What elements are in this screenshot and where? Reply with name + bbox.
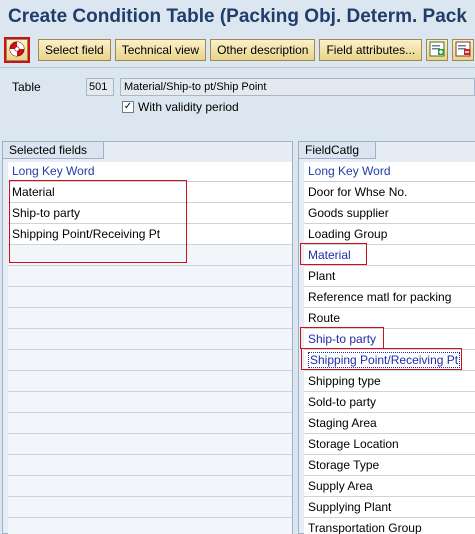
field-attributes-button[interactable]: Field attributes... [319,39,423,61]
list-item-label: Shipping Point/Receiving Pt [308,352,461,368]
empty-row[interactable] [8,518,292,534]
field-catalog-tab[interactable]: FieldCatlg [299,142,377,159]
list-item[interactable]: Shipping type [304,371,475,392]
list-item[interactable]: Loading Group [304,224,475,245]
field-catalog-column-header[interactable]: Long Key Word [304,162,475,182]
empty-row[interactable] [8,350,292,371]
field-catalog-panel: FieldCatlg Long Key Word Door for Whse N… [298,141,475,534]
selected-fields-tab[interactable]: Selected fields [3,142,105,159]
empty-row[interactable] [8,308,292,329]
selected-fields-list: Material Ship-to party Shipping Point/Re… [8,182,292,534]
list-item[interactable]: Reference matl for packing [304,287,475,308]
list-item-shipping-point[interactable]: Shipping Point/Receiving Pt [304,350,475,371]
empty-row[interactable] [8,476,292,497]
empty-row[interactable] [8,392,292,413]
list-item[interactable]: Shipping Point/Receiving Pt [8,224,292,245]
list-item[interactable]: Route [304,308,475,329]
validity-period-label: With validity period [138,100,239,114]
add-row-button[interactable] [426,39,449,61]
select-field-button[interactable]: Select field [38,39,111,61]
empty-row[interactable] [8,266,292,287]
page-title: Create Condition Table (Packing Obj. Det… [8,6,467,27]
list-item[interactable]: Storage Location [304,434,475,455]
list-item[interactable]: Sold-to party [304,392,475,413]
list-item[interactable]: Goods supplier [304,203,475,224]
list-item-material[interactable]: Material [304,245,475,266]
list-item[interactable]: Storage Type [304,455,475,476]
list-item[interactable]: Door for Whse No. [304,182,475,203]
empty-row[interactable] [8,434,292,455]
empty-row[interactable] [8,371,292,392]
list-item-ship-to-party[interactable]: Ship-to party [304,329,475,350]
list-item[interactable]: Supply Area [304,476,475,497]
technical-view-button[interactable]: Technical view [114,39,207,61]
remove-row-button[interactable] [452,39,475,61]
empty-row[interactable] [8,497,292,518]
list-item[interactable]: Ship-to party [8,203,292,224]
list-item[interactable]: Supplying Plant [304,497,475,518]
remove-icon [455,41,471,60]
selected-fields-column-header[interactable]: Long Key Word [8,162,292,182]
empty-row[interactable] [8,455,292,476]
empty-row[interactable] [8,329,292,350]
field-catalog-list: Door for Whse No. Goods supplier Loading… [304,182,475,534]
toolbar: Select field Technical view Other descri… [4,36,475,64]
table-label: Table [12,80,41,94]
toolbar-divider [0,67,475,68]
generate-button[interactable] [4,37,30,63]
empty-row[interactable] [8,287,292,308]
empty-row[interactable] [8,413,292,434]
validity-period-checkbox[interactable]: ✓ [122,101,134,113]
table-code-field[interactable]: 501 [86,78,114,96]
list-item[interactable]: Plant [304,266,475,287]
other-description-button[interactable]: Other description [210,39,316,61]
list-item[interactable]: Transportation Group [304,518,475,534]
empty-row[interactable] [8,245,292,266]
list-item[interactable]: Staging Area [304,413,475,434]
validity-period-row: ✓ With validity period [122,100,239,114]
red-white-circle-icon [9,41,25,60]
list-item[interactable]: Material [8,182,292,203]
add-icon [429,41,445,60]
selected-fields-panel: Selected fields Long Key Word Material S… [2,141,293,534]
table-description-field[interactable]: Material/Ship-to pt/Ship Point [120,78,475,96]
